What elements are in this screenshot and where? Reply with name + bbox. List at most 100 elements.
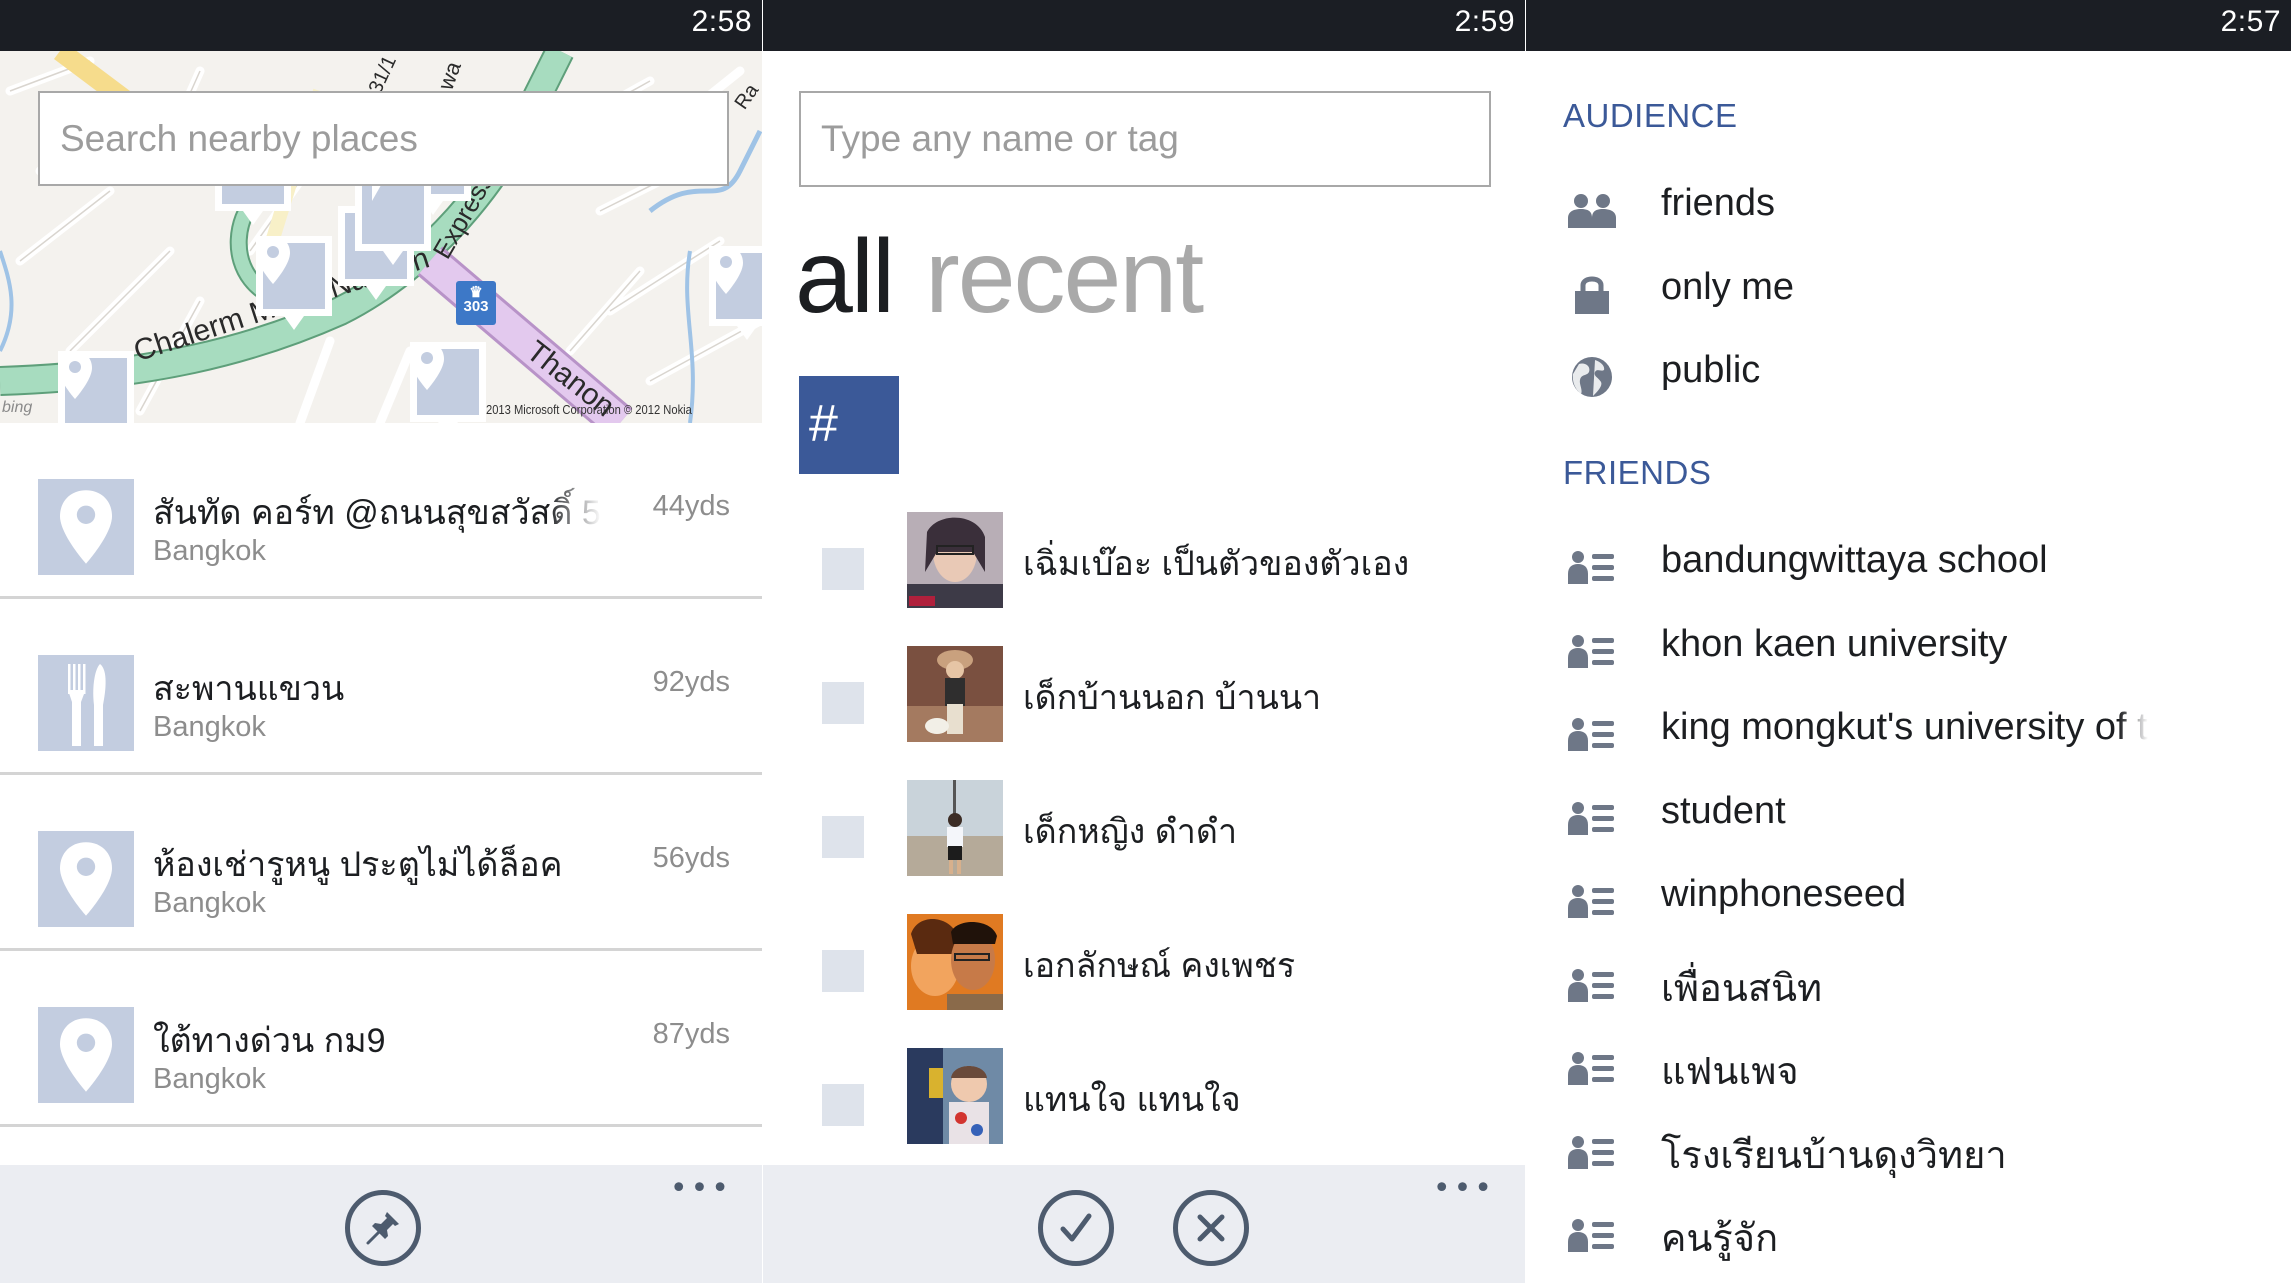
avatar (907, 512, 1003, 608)
place-city: Bangkok (153, 887, 266, 919)
map-marker[interactable] (410, 342, 486, 423)
avatar (907, 646, 1003, 742)
check-icon (1060, 1213, 1092, 1242)
tag-search-box[interactable] (799, 91, 1491, 187)
status-bar: 2:58 (0, 0, 762, 51)
map-marker[interactable] (256, 236, 332, 330)
friend-list-label: เพื่อนสนิท (1661, 967, 1823, 1010)
place-thumbnail (38, 479, 134, 575)
pivot-header: all recent (795, 218, 1234, 337)
place-thumbnail (38, 1007, 134, 1103)
friend-list-item[interactable]: student (1526, 780, 2291, 864)
friend-list-item[interactable]: king mongkut's university of t (1526, 696, 2291, 780)
place-title: ใต้ทางด่วน กม9 (153, 1022, 386, 1060)
audience-label: only me (1661, 265, 1795, 308)
friend-list-item[interactable]: winphoneseed (1526, 863, 2291, 947)
friend-item[interactable]: เด็กหญิง ดำดำ (763, 776, 1525, 910)
friend-name: เด็กบ้านนอก บ้านนา (1023, 679, 1322, 717)
friend-list-item[interactable]: เพื่อนสนิท (1526, 947, 2291, 1031)
friend-checkbox[interactable] (822, 816, 864, 858)
avatar (907, 1048, 1003, 1144)
place-distance: 56yds (652, 842, 730, 874)
places-list: สันทัด คอร์ท @ถนนสุขสวัสดิ์ 5 Bangkok 44… (0, 423, 762, 1127)
map-marker[interactable] (58, 351, 134, 423)
status-bar: 2:59 (763, 0, 1525, 51)
friend-list-icon (1566, 712, 1618, 756)
map-pin-icon (256, 236, 290, 284)
name-or-tag-input[interactable] (801, 93, 1489, 185)
more-options-button[interactable]: ••• (1433, 1174, 1495, 1204)
audience-label: public (1661, 349, 1761, 391)
friend-item[interactable]: แทนใจ แทนใจ (763, 1044, 1525, 1178)
audience-option-only-me[interactable]: only me (1526, 256, 2291, 340)
friend-list-icon (1566, 796, 1618, 840)
audience-option-public[interactable]: public (1526, 339, 2291, 423)
friend-checkbox[interactable] (822, 682, 864, 724)
friend-list-icon (1566, 545, 1618, 589)
map-pin-icon (58, 351, 92, 399)
place-item[interactable]: ห้องเช่ารูหนู ประตูไม่ได้ล็อค Bangkok 56… (0, 775, 762, 951)
pin-icon (366, 1212, 399, 1245)
friend-checkbox[interactable] (822, 1084, 864, 1126)
friend-list-label: โรงเรียนบ้านดุงวิทยา (1661, 1134, 2007, 1177)
pin-button[interactable] (345, 1190, 421, 1266)
map-view[interactable]: Chalerm Maha Nakhon Thanon Expressway 31… (0, 51, 762, 423)
close-icon (1197, 1214, 1225, 1242)
audience-header: AUDIENCE (1563, 97, 1738, 134)
friend-list-item[interactable]: bandungwittaya school (1526, 529, 2291, 613)
friend-checkbox[interactable] (822, 548, 864, 590)
place-title: สันทัด คอร์ท @ถนนสุขสวัสดิ์ 5 (153, 494, 601, 532)
place-city: Bangkok (153, 1063, 266, 1095)
friend-list-icon (1566, 1130, 1618, 1174)
tag-friends-screen: 2:59 all recent # เฉิ่มเบ๊อะ เป็นตัวของตั… (763, 0, 1525, 1283)
friend-list-item[interactable]: โรงเรียนบ้านดุงวิทยา (1526, 1114, 2291, 1198)
friend-name: เฉิ่มเบ๊อะ เป็นตัวของตัวเอง (1023, 545, 1410, 583)
friend-list-label: แฟนเพจ (1661, 1051, 1799, 1093)
friend-name: แทนใจ แทนใจ (1023, 1081, 1241, 1119)
map-pin-icon (410, 342, 444, 390)
hashtag-button[interactable]: # (799, 376, 899, 474)
friend-list-item[interactable]: khon kaen university (1526, 613, 2291, 697)
map-marker[interactable] (709, 246, 762, 340)
friend-list: เฉิ่มเบ๊อะ เป็นตัวของตัวเอง เด็กบ้านนอก … (763, 508, 1525, 1178)
cancel-button[interactable] (1173, 1190, 1249, 1266)
audience-label: friends (1661, 182, 1776, 224)
friend-item[interactable]: เฉิ่มเบ๊อะ เป็นตัวของตัวเอง (763, 508, 1525, 642)
friend-item[interactable]: เอกลักษณ์ คงเพชร (763, 910, 1525, 1044)
map-pin-icon (60, 842, 112, 916)
place-thumbnail (38, 655, 134, 751)
friends-header: FRIENDS (1563, 454, 1712, 491)
more-options-button[interactable]: ••• (670, 1174, 732, 1204)
search-input[interactable] (40, 93, 727, 184)
place-distance: 87yds (652, 1018, 730, 1050)
friend-list-label: คนรู้จัก (1661, 1218, 1779, 1260)
friend-list-label: winphoneseed (1661, 873, 1907, 915)
confirm-button[interactable] (1038, 1190, 1114, 1266)
place-city: Bangkok (153, 535, 266, 567)
friend-list-label: student (1661, 789, 1786, 832)
friend-checkbox[interactable] (822, 950, 864, 992)
globe-icon (1566, 355, 1618, 399)
friend-list-icon (1566, 1046, 1618, 1090)
fork-knife-icon (68, 664, 106, 746)
audience-option-friends[interactable]: friends (1526, 172, 2291, 256)
lock-icon (1566, 272, 1618, 316)
friend-name: เอกลักษณ์ คงเพชร (1023, 947, 1296, 985)
friend-list-item[interactable]: แฟนเพจ (1526, 1030, 2291, 1114)
search-nearby-places[interactable] (38, 91, 729, 186)
pivot-recent[interactable]: recent (925, 219, 1204, 335)
friend-item[interactable]: เด็กบ้านนอก บ้านนา (763, 642, 1525, 776)
place-item[interactable]: ใต้ทางด่วน กม9 Bangkok 87yds (0, 951, 762, 1127)
audience-list: friends only me public (1526, 172, 2291, 423)
friend-list-item[interactable]: คนรู้จัก (1526, 1197, 2291, 1281)
route-shield: ♛ 303 (456, 281, 496, 325)
pivot-all[interactable]: all (795, 219, 895, 335)
friend-lists: bandungwittaya school khon kaen universi… (1526, 529, 2291, 1281)
place-item[interactable]: สะพานแขวน Bangkok 92yds (0, 599, 762, 775)
place-item[interactable]: สันทัด คอร์ท @ถนนสุขสวัสดิ์ 5 Bangkok 44… (0, 423, 762, 599)
places-screen: 2:58 Chalerm Maha Na (0, 0, 762, 1283)
place-distance: 44yds (652, 490, 730, 522)
map-pin-icon (60, 1018, 112, 1092)
map-attribution: 2013 Microsoft Corporation © 2012 Nokia (486, 402, 692, 417)
avatar (907, 914, 1003, 1010)
